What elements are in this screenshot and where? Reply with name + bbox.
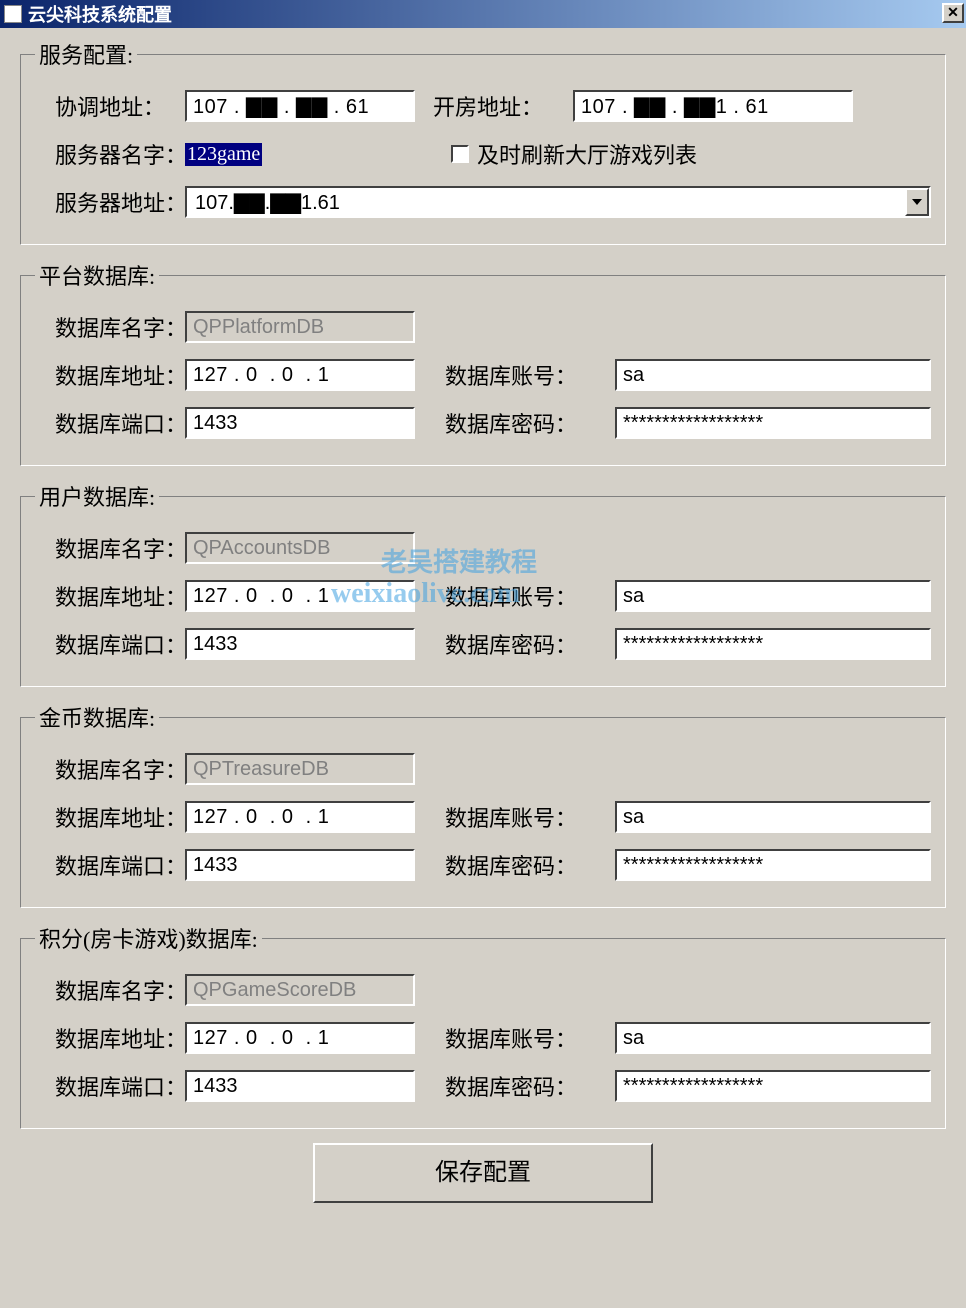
server-name-value: 123game: [185, 143, 262, 166]
score-db-port-input[interactable]: [185, 1070, 415, 1102]
platform-db-acct-input[interactable]: [615, 359, 931, 391]
accounts-db-port-input[interactable]: [185, 628, 415, 660]
accounts-db-group: 用户数据库: 老吴搭建教程 weixiaolive.com 数据库名字： 数据库…: [20, 480, 946, 687]
treasure-db-name-label: 数据库名字：: [35, 753, 185, 785]
accounts-db-pass-label: 数据库密码：: [445, 628, 595, 660]
platform-db-name-input: [185, 311, 415, 343]
close-icon: ✕: [947, 4, 959, 20]
service-legend: 服务配置:: [35, 38, 137, 70]
score-db-acct-label: 数据库账号：: [445, 1022, 595, 1054]
refresh-checkbox[interactable]: [451, 145, 469, 163]
platform-db-addr-label: 数据库地址：: [35, 359, 185, 391]
server-addr-value: 107.▇▇.▇▇1.61: [187, 188, 905, 217]
score-db-pass-label: 数据库密码：: [445, 1070, 595, 1102]
server-addr-label: 服务器地址：: [35, 186, 185, 218]
treasure-db-port-label: 数据库端口：: [35, 849, 185, 881]
save-button[interactable]: 保存配置: [313, 1143, 653, 1203]
score-db-group: 积分(房卡游戏)数据库: 数据库名字： 数据库地址： 数据库账号： 数据库端口：…: [20, 922, 946, 1129]
accounts-db-pass-input[interactable]: [615, 628, 931, 660]
server-name-label: 服务器名字：: [35, 138, 185, 170]
platform-db-acct-label: 数据库账号：: [445, 359, 595, 391]
service-group: 服务配置: 协调地址： 开房地址： 服务器名字： 123game 及时刷新大厅游…: [20, 38, 946, 245]
coord-addr-label: 协调地址：: [35, 90, 185, 122]
platform-db-group: 平台数据库: 数据库名字： 数据库地址： 数据库账号： 数据库端口： 数据库密码…: [20, 259, 946, 466]
score-db-port-label: 数据库端口：: [35, 1070, 185, 1102]
client-area: 服务配置: 协调地址： 开房地址： 服务器名字： 123game 及时刷新大厅游…: [0, 28, 966, 1223]
score-db-addr-input[interactable]: [185, 1022, 415, 1054]
app-icon: [4, 5, 22, 23]
score-db-pass-input[interactable]: [615, 1070, 931, 1102]
window: 云尖科技系统配置 ✕ 服务配置: 协调地址： 开房地址： 服务器名字： 123g…: [0, 0, 966, 1223]
window-title: 云尖科技系统配置: [28, 1, 172, 27]
score-db-addr-label: 数据库地址：: [35, 1022, 185, 1054]
close-button[interactable]: ✕: [942, 3, 964, 23]
score-db-name-label: 数据库名字：: [35, 974, 185, 1006]
coord-addr-input[interactable]: [185, 90, 415, 122]
refresh-label: 及时刷新大厅游戏列表: [477, 138, 697, 170]
treasure-db-pass-label: 数据库密码：: [445, 849, 595, 881]
treasure-db-pass-input[interactable]: [615, 849, 931, 881]
accounts-db-acct-label: 数据库账号：: [445, 580, 595, 612]
room-addr-label: 开房地址：: [433, 90, 543, 122]
treasure-db-legend: 金币数据库:: [35, 701, 159, 733]
platform-db-pass-input[interactable]: [615, 407, 931, 439]
score-db-legend: 积分(房卡游戏)数据库:: [35, 922, 262, 954]
accounts-db-name-input: [185, 532, 415, 564]
treasure-db-addr-input[interactable]: [185, 801, 415, 833]
platform-db-pass-label: 数据库密码：: [445, 407, 595, 439]
platform-db-legend: 平台数据库:: [35, 259, 159, 291]
treasure-db-group: 金币数据库: 数据库名字： 数据库地址： 数据库账号： 数据库端口： 数据库密码…: [20, 701, 946, 908]
accounts-db-addr-input[interactable]: [185, 580, 415, 612]
treasure-db-name-input: [185, 753, 415, 785]
accounts-db-addr-label: 数据库地址：: [35, 580, 185, 612]
accounts-db-port-label: 数据库端口：: [35, 628, 185, 660]
treasure-db-addr-label: 数据库地址：: [35, 801, 185, 833]
treasure-db-port-input[interactable]: [185, 849, 415, 881]
server-addr-combo[interactable]: 107.▇▇.▇▇1.61: [185, 186, 931, 218]
treasure-db-acct-input[interactable]: [615, 801, 931, 833]
platform-db-port-input[interactable]: [185, 407, 415, 439]
server-name-input[interactable]: 123game: [185, 143, 415, 166]
chevron-down-icon[interactable]: [905, 188, 929, 216]
platform-db-addr-input[interactable]: [185, 359, 415, 391]
score-db-acct-input[interactable]: [615, 1022, 931, 1054]
score-db-name-input: [185, 974, 415, 1006]
accounts-db-legend: 用户数据库:: [35, 480, 159, 512]
accounts-db-acct-input[interactable]: [615, 580, 931, 612]
platform-db-name-label: 数据库名字：: [35, 311, 185, 343]
footer: 保存配置: [20, 1143, 946, 1203]
titlebar[interactable]: 云尖科技系统配置 ✕: [0, 0, 966, 28]
room-addr-input[interactable]: [573, 90, 853, 122]
platform-db-port-label: 数据库端口：: [35, 407, 185, 439]
accounts-db-name-label: 数据库名字：: [35, 532, 185, 564]
treasure-db-acct-label: 数据库账号：: [445, 801, 595, 833]
